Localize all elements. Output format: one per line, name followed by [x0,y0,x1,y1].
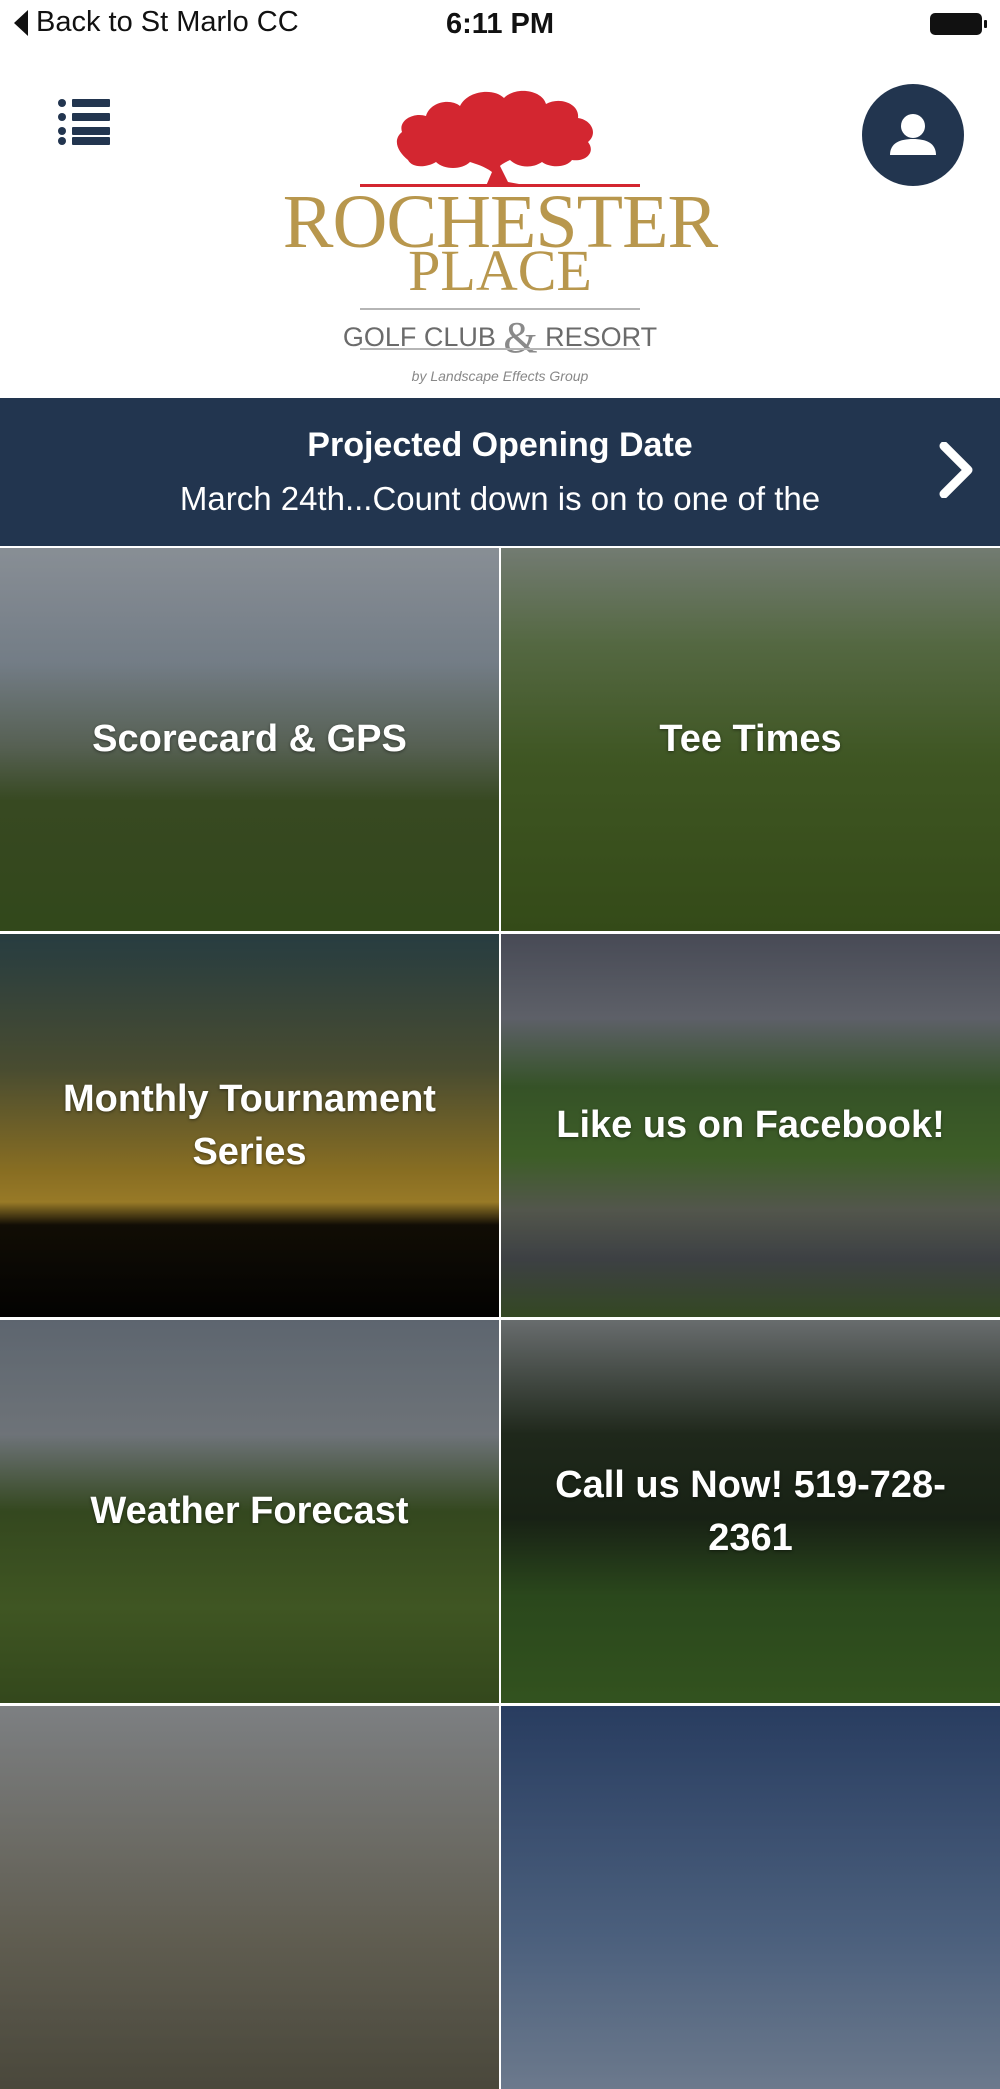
tile-partial-right[interactable] [501,1706,1000,2089]
logo-ampersand: & [503,313,538,362]
announcement-banner[interactable]: Projected Opening Date March 24th...Coun… [0,398,1000,546]
logo-subtitle: GOLF CLUB & RESORT [280,312,720,363]
club-logo: ROCHESTER PLACE GOLF CLUB & RESORT by La… [280,82,720,384]
tile-label [521,1706,980,2089]
chevron-right-icon[interactable] [938,442,974,498]
tile-label: Tee Times [659,718,842,760]
tile-monthly-tournament[interactable]: Monthly Tournament Series [0,934,499,1317]
logo-divider-bottom [360,348,640,350]
tile-partial-left[interactable] [0,1706,499,2089]
oak-tree-logo-mark [360,90,640,187]
tile-call-us[interactable]: Call us Now! 519-728-2361 [501,1320,1000,1703]
status-bar: Back to St Marlo CC 6:11 PM [0,0,1000,50]
list-menu-icon[interactable] [58,98,114,146]
logo-title-line2: PLACE [408,238,592,303]
tile-weather-forecast[interactable]: Weather Forecast [0,1320,499,1703]
logo-byline: by Landscape Effects Group [411,368,589,384]
tile-label: Call us Now! 519-728-2361 [555,1463,946,1559]
logo-divider-top [360,308,640,310]
tile-tee-times[interactable]: Tee Times [501,548,1000,931]
banner-text: March 24th...Count down is on to one of … [179,480,821,517]
user-icon [890,114,936,155]
tile-label: Weather Forecast [90,1490,409,1532]
tile-label [20,1706,479,2089]
banner-title: Projected Opening Date [307,426,693,464]
tile-facebook[interactable]: Like us on Facebook! [501,934,1000,1317]
profile-button[interactable] [862,84,964,186]
tile-label: Like us on Facebook! [556,1104,945,1146]
tile-label: Monthly Tournament Series [63,1077,436,1173]
status-time: 6:11 PM [446,8,554,40]
app-header: ROCHESTER PLACE GOLF CLUB & RESORT by La… [0,50,1000,398]
battery-icon [930,13,987,35]
tile-scorecard-gps[interactable]: Scorecard & GPS [0,548,499,931]
tile-label: Scorecard & GPS [92,718,407,760]
